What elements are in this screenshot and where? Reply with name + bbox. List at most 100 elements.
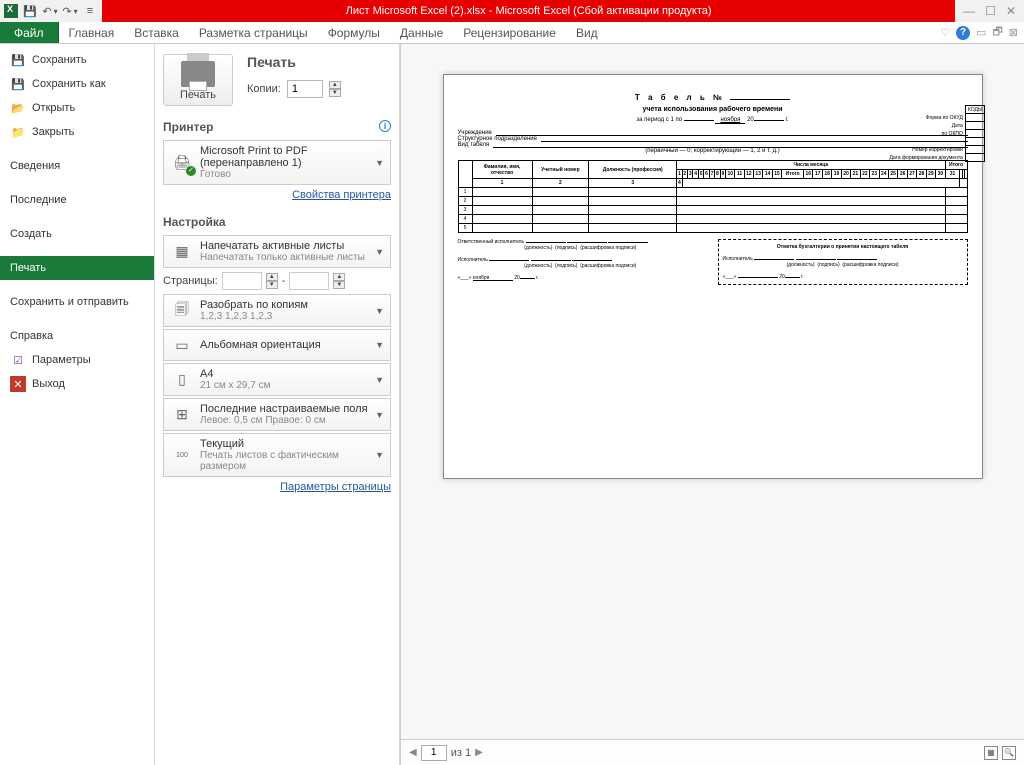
margins-dropdown[interactable]: ⊞ Последние настраиваемые поля Левое: 0,…	[163, 398, 391, 431]
codes-table: КОДЫ Форма по ОКУД Дата по ОКПО Номер ко…	[888, 105, 968, 162]
dropdown-sub: 21 см x 29,7 см	[200, 380, 375, 391]
chevron-down-icon: ▼	[375, 450, 384, 460]
pages-to-spinner[interactable]: ▲▼	[333, 273, 345, 289]
sidebar-help[interactable]: Справка	[0, 324, 154, 348]
preview-statusbar: ◀ из 1 ▶ ▦ 🔍	[401, 739, 1024, 765]
shape-icon[interactable]: ♡	[940, 26, 950, 39]
tab-review[interactable]: Рецензирование	[453, 22, 566, 43]
chevron-down-icon: ▼	[375, 410, 384, 420]
tab-view[interactable]: Вид	[566, 22, 608, 43]
printer-status: Готово	[200, 169, 375, 180]
file-tab[interactable]: Файл	[0, 22, 59, 43]
paper-icon: ▯	[170, 369, 194, 391]
sidebar-recent[interactable]: Последние	[0, 188, 154, 212]
minimize-button[interactable]: —	[963, 4, 975, 18]
scale-dropdown[interactable]: 100 Текущий Печать листов с фактическим …	[163, 433, 391, 477]
chevron-down-icon: ▼	[375, 340, 384, 350]
zoom-page-icon[interactable]: 🔍	[1002, 746, 1016, 760]
sidebar-label: Справка	[10, 330, 53, 342]
chevron-down-icon: ▼	[375, 247, 384, 257]
sidebar-saveas[interactable]: 💾Сохранить как	[0, 72, 154, 96]
sidebar-label: Сохранить и отправить	[10, 296, 129, 308]
sidebar-print[interactable]: Печать	[0, 256, 154, 280]
printer-dropdown[interactable]: 🖨 Microsoft Print to PDF (перенаправлено…	[163, 140, 391, 185]
pages-row: Страницы: ▲▼ - ▲▼	[163, 272, 391, 290]
sheets-icon: ▦	[170, 241, 194, 263]
page-of-label: из 1	[451, 747, 471, 759]
printer-section-title: Принтерi	[163, 120, 391, 134]
maximize-button[interactable]: ☐	[985, 4, 996, 18]
tab-insert[interactable]: Вставка	[124, 22, 189, 43]
save-icon: 💾	[10, 52, 26, 68]
sidebar-info[interactable]: Сведения	[0, 154, 154, 178]
sidebar-save[interactable]: 💾 Сохранить	[0, 48, 154, 72]
pages-from-spinner[interactable]: ▲▼	[266, 273, 278, 289]
sidebar-label: Открыть	[32, 102, 75, 114]
sidebar-options[interactable]: ☑Параметры	[0, 348, 154, 372]
sidebar-label: Сохранить	[32, 54, 87, 66]
doc-title: Т а б е л ь №	[458, 93, 968, 102]
pages-to-input[interactable]	[289, 272, 329, 290]
prev-page-button[interactable]: ◀	[409, 747, 417, 758]
excel-icon	[4, 4, 18, 18]
backstage-sidebar: 💾 Сохранить 💾Сохранить как 📂 Открыть 📁Закр…	[0, 44, 155, 765]
sidebar-label: Выход	[32, 378, 65, 390]
paper-dropdown[interactable]: ▯ A4 21 см x 29,7 см ▼	[163, 363, 391, 396]
copies-spinner[interactable]: ▲▼	[329, 81, 341, 97]
ribbon-tabs: Файл Главная Вставка Разметка страницы Ф…	[0, 22, 1024, 44]
sidebar-exit[interactable]: ✕ Выход	[0, 372, 154, 396]
print-settings-panel: Печать Печать Копии: ▲▼ Принтерi 🖨 Micro…	[155, 44, 400, 765]
tab-pagelayout[interactable]: Разметка страницы	[189, 22, 318, 43]
ribbon-close-icon[interactable]: ⊠	[1009, 26, 1018, 39]
chevron-down-icon: ▼	[375, 306, 384, 316]
dropdown-sub: Печать листов с фактическим размером	[200, 450, 375, 472]
sidebar-label: Параметры	[32, 354, 91, 366]
close-folder-icon: 📁	[10, 124, 26, 140]
undo-icon[interactable]: ↶▾	[42, 3, 58, 19]
dropdown-title: Последние настраиваемые поля	[200, 403, 375, 415]
settings-section-title: Настройка	[163, 215, 391, 229]
dropdown-title: A4	[200, 368, 375, 380]
sidebar-new[interactable]: Создать	[0, 222, 154, 246]
collate-dropdown[interactable]: 🗐 Разобрать по копиям 1,2,3 1,2,3 1,2,3 …	[163, 294, 391, 327]
print-what-dropdown[interactable]: ▦ Напечатать активные листы Напечатать т…	[163, 235, 391, 268]
sidebar-close[interactable]: 📁Закрыть	[0, 120, 154, 144]
next-page-button[interactable]: ▶	[475, 747, 483, 758]
ribbon-minimize-icon[interactable]: ▭	[976, 26, 986, 39]
printer-name: Microsoft Print to PDF (перенаправлено 1…	[200, 145, 375, 169]
sidebar-share[interactable]: Сохранить и отправить	[0, 290, 154, 314]
pages-from-input[interactable]	[222, 272, 262, 290]
tab-home[interactable]: Главная	[59, 22, 125, 43]
dropdown-title: Альбомная ориентация	[200, 339, 375, 351]
printer-ready-icon: 🖨	[170, 152, 194, 174]
tab-formulas[interactable]: Формулы	[318, 22, 390, 43]
copies-input[interactable]	[287, 80, 323, 98]
page-number-input[interactable]	[421, 745, 447, 761]
pages-label: Страницы:	[163, 275, 218, 287]
page-setup-link[interactable]: Параметры страницы	[163, 481, 391, 493]
sidebar-label: Сохранить как	[32, 78, 106, 90]
qat-menu-icon[interactable]: ≡	[82, 3, 98, 19]
chevron-down-icon: ▼	[375, 158, 384, 168]
show-margins-icon[interactable]: ▦	[984, 746, 998, 760]
copies-label: Копии:	[247, 83, 281, 95]
print-button[interactable]: Печать	[163, 54, 233, 106]
redo-icon[interactable]: ↷▾	[62, 3, 78, 19]
landscape-icon: ▭	[170, 334, 194, 356]
quick-access-toolbar: 💾 ↶▾ ↷▾ ≡	[0, 0, 102, 22]
dropdown-sub: Левое: 0,5 см Правое: 0 см	[200, 415, 375, 426]
exit-icon: ✕	[10, 376, 26, 392]
printer-properties-link[interactable]: Свойства принтера	[163, 189, 391, 201]
sidebar-open[interactable]: 📂 Открыть	[0, 96, 154, 120]
tab-data[interactable]: Данные	[390, 22, 453, 43]
printer-icon	[181, 61, 215, 87]
help-icon[interactable]: ?	[956, 26, 970, 40]
orientation-dropdown[interactable]: ▭ Альбомная ориентация ▼	[163, 329, 391, 361]
ribbon-expand-icon[interactable]: 🗗	[992, 23, 1002, 42]
close-button[interactable]: ✕	[1006, 4, 1016, 18]
info-icon[interactable]: i	[379, 120, 391, 132]
timesheet-table: Фамилия, имя, отчество Учетный номер Дол…	[458, 160, 968, 233]
open-icon: 📂	[10, 100, 26, 116]
save-icon[interactable]: 💾	[22, 3, 38, 19]
titlebar: 💾 ↶▾ ↷▾ ≡ Лист Microsoft Excel (2).xlsx …	[0, 0, 1024, 22]
